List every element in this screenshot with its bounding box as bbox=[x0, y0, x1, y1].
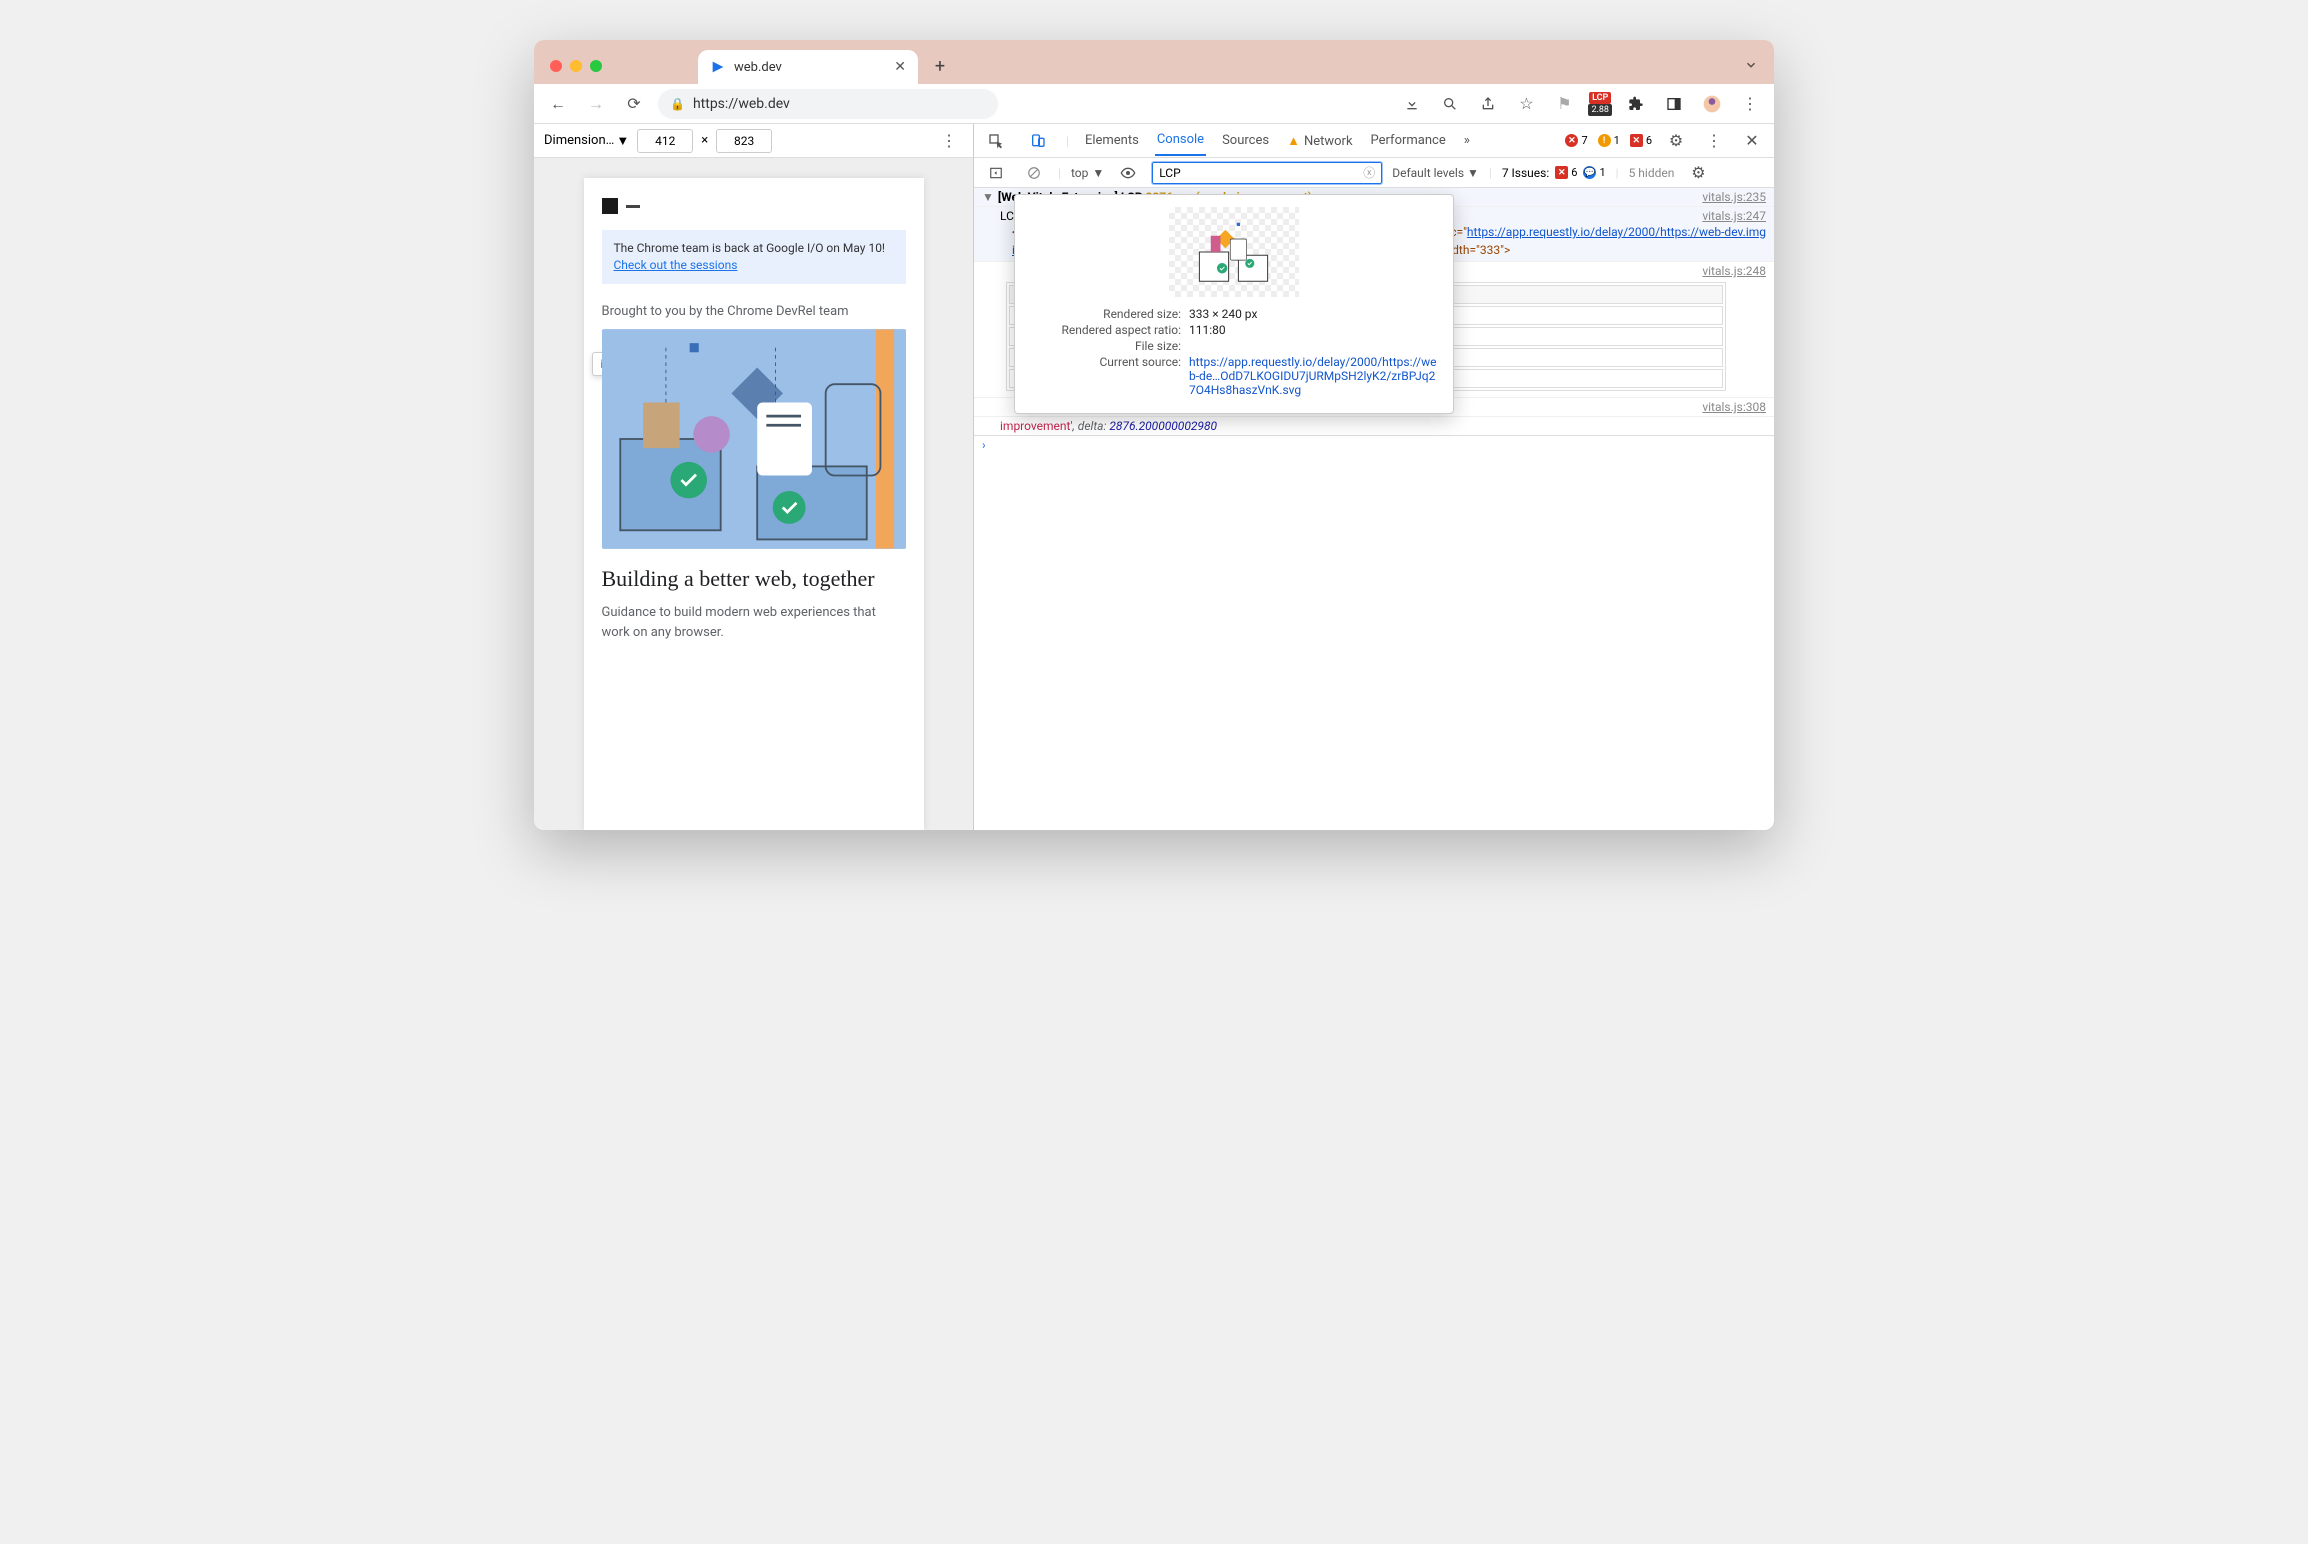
browser-window: web.dev ✕ + ← → ⟳ 🔒 https://web.dev ☆ ⚑ … bbox=[534, 40, 1774, 830]
back-button[interactable]: ← bbox=[544, 90, 572, 118]
execution-context-select[interactable]: top ▼ bbox=[1071, 166, 1104, 180]
hero-paragraph: Guidance to build modern web experiences… bbox=[602, 603, 906, 642]
viewport-height-input[interactable] bbox=[716, 129, 772, 153]
tab-console[interactable]: Console bbox=[1155, 125, 1206, 156]
clear-filter-icon[interactable]: ⓧ bbox=[1363, 164, 1375, 181]
device-dimension-bar: Dimension…▼ × ⋮ bbox=[534, 124, 973, 158]
log-level-select[interactable]: Default levels ▼ bbox=[1392, 166, 1479, 180]
tab-network[interactable]: ▲Network bbox=[1285, 126, 1354, 156]
flag-extension-icon[interactable]: ⚑ bbox=[1550, 90, 1578, 118]
tab-title: web.dev bbox=[734, 60, 782, 75]
browser-tab[interactable]: web.dev ✕ bbox=[698, 50, 918, 84]
issues-summary[interactable]: 7 Issues: ✕6 💬1 bbox=[1502, 166, 1606, 180]
zoom-window-icon[interactable] bbox=[590, 60, 602, 72]
zoom-icon[interactable] bbox=[1436, 90, 1464, 118]
console-sidebar-toggle-icon[interactable] bbox=[982, 159, 1010, 187]
url-text: https://web.dev bbox=[693, 96, 790, 112]
warning-count-badge[interactable]: !1 bbox=[1598, 134, 1620, 147]
site-nav-icon[interactable] bbox=[626, 205, 640, 208]
browser-toolbar: ← → ⟳ 🔒 https://web.dev ☆ ⚑ LCP 2.88 ⋮ bbox=[534, 84, 1774, 124]
source-link[interactable]: vitals.js:235 bbox=[1702, 190, 1766, 204]
tabs-overflow-icon[interactable] bbox=[1744, 58, 1758, 72]
lock-icon: 🔒 bbox=[670, 97, 685, 111]
close-window-icon[interactable] bbox=[550, 60, 562, 72]
announcement-banner: The Chrome team is back at Google I/O on… bbox=[602, 230, 906, 284]
minimize-window-icon[interactable] bbox=[570, 60, 582, 72]
device-preset-select[interactable]: Dimension…▼ bbox=[544, 133, 629, 149]
viewport-gutter: The Chrome team is back at Google I/O on… bbox=[534, 158, 973, 830]
new-tab-button[interactable]: + bbox=[926, 52, 954, 80]
toolbar-actions: ☆ ⚑ LCP 2.88 ⋮ bbox=[1398, 90, 1764, 118]
site-logo-icon[interactable] bbox=[602, 198, 618, 214]
tabs-overflow[interactable]: » bbox=[1462, 126, 1472, 155]
banner-link[interactable]: Check out the sessions bbox=[614, 258, 738, 272]
forward-button[interactable]: → bbox=[582, 90, 610, 118]
inspect-element-icon[interactable] bbox=[982, 127, 1010, 155]
settings-icon[interactable]: ⚙ bbox=[1662, 127, 1690, 155]
live-expression-icon[interactable] bbox=[1114, 159, 1142, 187]
tab-sources[interactable]: Sources bbox=[1220, 126, 1271, 155]
dimension-separator: × bbox=[701, 133, 708, 148]
blocked-count-badge[interactable]: ✕6 bbox=[1630, 134, 1652, 147]
console-filter-input[interactable]: LCP ⓧ bbox=[1152, 162, 1382, 184]
console-filter-bar: | top ▼ LCP ⓧ Default levels ▼ | 7 Issue… bbox=[974, 158, 1774, 188]
source-link[interactable]: vitals.js:308 bbox=[1702, 400, 1766, 414]
devtools-panel: | Elements Console Sources ▲Network Perf… bbox=[974, 124, 1774, 830]
log-delta-line: improvement', delta: 2876.200000002980 bbox=[974, 417, 1774, 436]
chrome-menu-icon[interactable]: ⋮ bbox=[1736, 90, 1764, 118]
install-icon[interactable] bbox=[1398, 90, 1426, 118]
hero-subhead: Brought to you by the Chrome DevRel team bbox=[602, 304, 906, 319]
error-count-badge[interactable]: ✕7 bbox=[1565, 134, 1587, 147]
tab-strip: web.dev ✕ + bbox=[534, 40, 1774, 84]
lcp-extension-badge[interactable]: LCP 2.88 bbox=[1588, 92, 1612, 116]
console-prompt[interactable]: › bbox=[974, 436, 1774, 454]
tab-elements[interactable]: Elements bbox=[1083, 126, 1141, 155]
device-toggle-icon[interactable] bbox=[1024, 127, 1052, 155]
page-preview: The Chrome team is back at Google I/O on… bbox=[584, 178, 924, 830]
viewport-width-input[interactable] bbox=[637, 129, 693, 153]
console-output: ▼ [Web Vitals Extension] LCP 2876 ms (ne… bbox=[974, 188, 1774, 830]
source-link[interactable]: vitals.js:248 bbox=[1702, 264, 1766, 278]
window-controls bbox=[544, 60, 608, 84]
devtools-tabbar: | Elements Console Sources ▲Network Perf… bbox=[974, 124, 1774, 158]
extensions-icon[interactable] bbox=[1622, 90, 1650, 118]
share-icon[interactable] bbox=[1474, 90, 1502, 118]
tab-close-button[interactable]: ✕ bbox=[894, 59, 906, 75]
console-settings-icon[interactable]: ⚙ bbox=[1684, 159, 1712, 187]
devtools-menu-icon[interactable]: ⋮ bbox=[1700, 127, 1728, 155]
profile-avatar[interactable] bbox=[1698, 90, 1726, 118]
site-favicon-icon bbox=[710, 59, 726, 75]
reload-button[interactable]: ⟳ bbox=[620, 90, 648, 118]
sidepanel-icon[interactable] bbox=[1660, 90, 1688, 118]
clear-console-icon[interactable] bbox=[1020, 159, 1048, 187]
hero-image[interactable] bbox=[602, 329, 906, 549]
address-bar[interactable]: 🔒 https://web.dev bbox=[658, 89, 998, 119]
tab-performance[interactable]: Performance bbox=[1369, 126, 1448, 155]
image-hover-popover: Rendered size:333 × 240 px Rendered aspe… bbox=[1014, 194, 1454, 414]
hero-heading: Building a better web, together bbox=[602, 565, 906, 594]
popover-source-link[interactable]: https://app.requestly.io/delay/2000/http… bbox=[1189, 355, 1439, 397]
bookmark-icon[interactable]: ☆ bbox=[1512, 90, 1540, 118]
device-menu-icon[interactable]: ⋮ bbox=[935, 127, 963, 155]
source-link[interactable]: vitals.js:247 bbox=[1702, 209, 1766, 223]
device-viewport-panel: Dimension…▼ × ⋮ The Chrome team is back … bbox=[534, 124, 974, 830]
site-header bbox=[602, 198, 906, 214]
hidden-count[interactable]: 5 hidden bbox=[1629, 166, 1675, 180]
close-devtools-button[interactable]: ✕ bbox=[1738, 127, 1766, 155]
expand-caret-icon[interactable]: ▼ bbox=[982, 190, 994, 204]
popover-thumbnail bbox=[1169, 207, 1299, 297]
